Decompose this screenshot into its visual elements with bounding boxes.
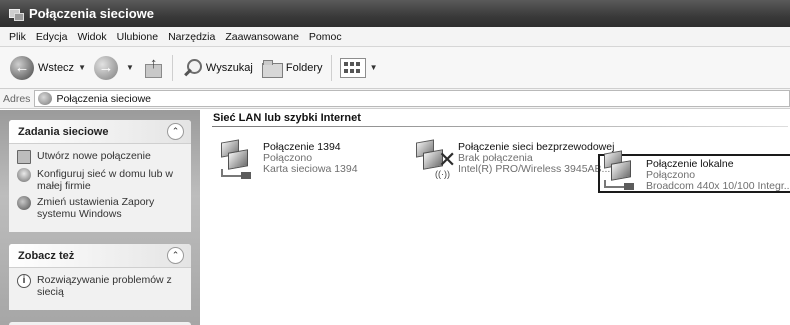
menu-pomoc[interactable]: Pomoc xyxy=(304,31,347,43)
task-label: Rozwiązywanie problemów z siecią xyxy=(37,274,172,298)
see-also-title: Zobacz też xyxy=(18,249,75,262)
menu-widok[interactable]: Widok xyxy=(72,31,111,43)
views-dropdown-icon[interactable]: ▼ xyxy=(370,63,378,72)
help-icon: i xyxy=(17,274,31,288)
back-button[interactable]: ← Wstecz ▼ xyxy=(6,52,90,84)
menu-narzedzia[interactable]: Narzędzia xyxy=(163,31,220,43)
connection-item-wireless[interactable]: ✕ ((·)) Połączenie sieci bezprzewodowej B… xyxy=(412,139,614,189)
task-firewall-settings[interactable]: Zmień ustawienia Zapory systemu Windows xyxy=(17,196,183,220)
address-bar: Adres Połączenia sieciowe xyxy=(0,89,790,109)
task-label: Konfiguruj sieć w domu lub w małej firmi… xyxy=(37,168,173,192)
task-troubleshoot-network[interactable]: i Rozwiązywanie problemów z siecią xyxy=(17,274,183,298)
forward-dropdown-icon[interactable]: ▼ xyxy=(126,63,134,72)
lan-connection-icon xyxy=(600,150,638,190)
connection-text: Połączenie 1394 Połączono Karta sieciowa… xyxy=(263,139,358,189)
home-network-icon xyxy=(17,168,31,182)
connection-device: Broadcom 440x 10/100 Integr... xyxy=(646,180,790,192)
see-also-header[interactable]: Zobacz też ⌃ xyxy=(9,244,191,268)
views-icon xyxy=(339,57,366,78)
back-arrow-icon: ← xyxy=(10,55,34,80)
task-create-connection[interactable]: Utwórz nowe połączenie xyxy=(17,150,183,164)
connection-text: Połączenie lokalne Połączono Broadcom 44… xyxy=(646,156,790,192)
task-pane: Zadania sieciowe ⌃ Utwórz nowe połączeni… xyxy=(0,110,200,325)
collapse-chevron-icon[interactable]: ⌃ xyxy=(167,123,184,140)
menu-edycja[interactable]: Edycja xyxy=(31,31,73,43)
network-connections-icon xyxy=(8,7,24,21)
task-setup-home-network[interactable]: Konfiguruj sieć w domu lub w małej firmi… xyxy=(17,168,183,192)
network-tasks-panel: Zadania sieciowe ⌃ Utwórz nowe połączeni… xyxy=(9,120,191,232)
back-label: Wstecz xyxy=(38,61,75,74)
forward-arrow-icon: → xyxy=(93,55,118,80)
menu-plik[interactable]: Plik xyxy=(4,31,31,43)
views-button[interactable]: ▼ xyxy=(336,52,382,84)
group-title: Sieć LAN lub szybki Internet xyxy=(213,112,361,124)
connection-item-1394[interactable]: Połączenie 1394 Połączono Karta sieciowa… xyxy=(217,139,387,189)
toolbar-separator xyxy=(330,54,332,81)
connection-text: Połączenie sieci bezprzewodowej Brak poł… xyxy=(458,139,614,189)
connection-device: Karta sieciowa 1394 xyxy=(263,163,358,175)
connection-item-local[interactable]: Połączenie lokalne Połączono Broadcom 44… xyxy=(598,150,790,193)
task-label: Zmień ustawienia Zapory systemu Windows xyxy=(37,196,155,220)
network-connections-icon xyxy=(38,92,53,105)
toolbar: ← Wstecz ▼ → ▼ Wyszukaj Foldery ▼ xyxy=(0,47,790,89)
task-label: Utwórz nowe połączenie xyxy=(37,150,151,162)
firewall-icon xyxy=(17,196,31,210)
search-button[interactable]: Wyszukaj xyxy=(177,52,257,84)
connection-device: Intel(R) PRO/Wireless 3945AB... xyxy=(458,163,611,175)
network-tasks-list: Utwórz nowe połączenie Konfiguruj sieć w… xyxy=(9,144,191,232)
network-tasks-header[interactable]: Zadania sieciowe ⌃ xyxy=(9,120,191,144)
address-value: Połączenia sieciowe xyxy=(56,92,151,105)
folders-icon xyxy=(261,59,283,78)
new-connection-icon xyxy=(17,150,31,164)
see-also-list: i Rozwiązywanie problemów z siecią xyxy=(9,268,191,310)
wireless-connection-disconnected-icon: ✕ ((·)) xyxy=(412,139,456,179)
menu-zaawansowane[interactable]: Zaawansowane xyxy=(220,31,304,43)
folders-button[interactable]: Foldery xyxy=(257,52,327,84)
search-label: Wyszukaj xyxy=(205,61,253,74)
collapse-chevron-icon[interactable]: ⌃ xyxy=(167,247,184,264)
group-divider xyxy=(212,126,788,127)
title-bar[interactable]: Połączenia sieciowe xyxy=(0,0,790,27)
up-button[interactable] xyxy=(138,52,168,84)
address-field[interactable]: Połączenia sieciowe xyxy=(34,90,790,107)
lan-connection-icon xyxy=(217,139,255,179)
see-also-panel: Zobacz też ⌃ i Rozwiązywanie problemów z… xyxy=(9,244,191,310)
folder-up-icon xyxy=(142,55,164,79)
window-title: Połączenia sieciowe xyxy=(29,6,155,21)
address-label: Adres xyxy=(3,92,31,105)
forward-button[interactable]: → ▼ xyxy=(90,52,138,84)
connections-view: Sieć LAN lub szybki Internet Połączenie … xyxy=(200,110,790,325)
search-icon xyxy=(181,57,203,79)
back-dropdown-icon[interactable]: ▼ xyxy=(78,63,86,72)
folders-label: Foldery xyxy=(285,61,323,74)
network-tasks-title: Zadania sieciowe xyxy=(18,125,109,138)
toolbar-separator xyxy=(171,54,173,81)
menu-bar: Plik Edycja Widok Ulubione Narzędzia Zaa… xyxy=(0,27,790,47)
menu-ulubione[interactable]: Ulubione xyxy=(112,31,163,43)
